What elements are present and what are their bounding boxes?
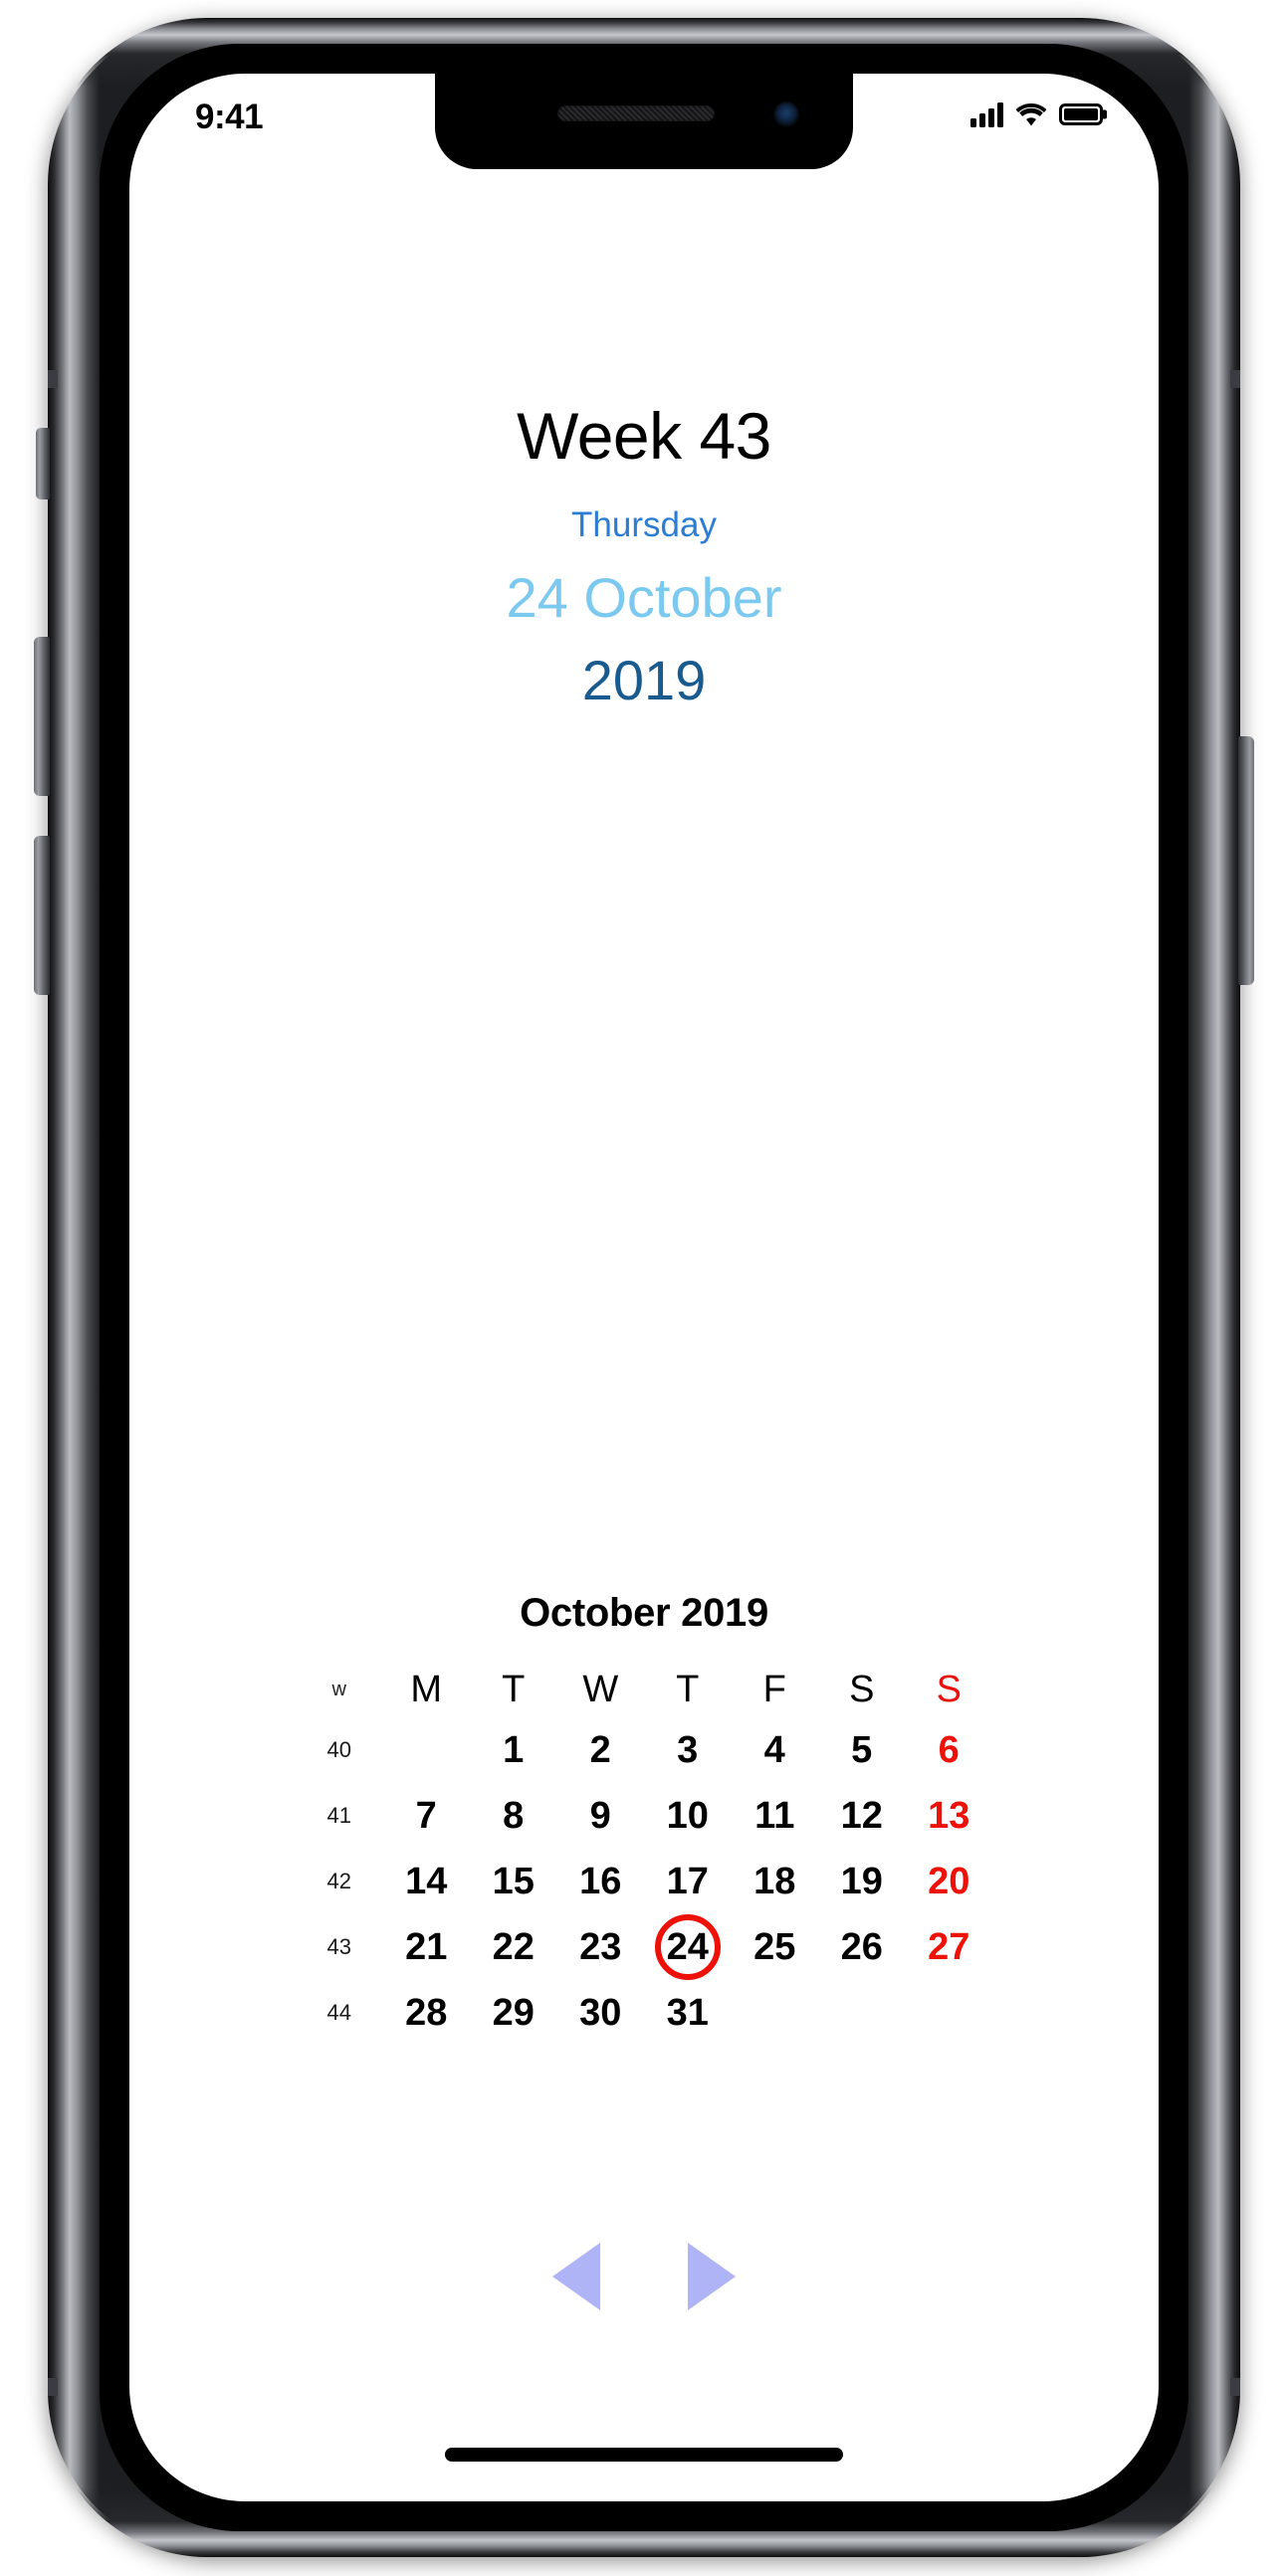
calendar-navigation xyxy=(552,2243,736,2310)
calendar-week-column-header: w xyxy=(331,1678,346,1700)
main-content: Week 43 Thursday 24 October 2019 October… xyxy=(129,74,1159,2501)
front-camera-icon xyxy=(773,101,799,127)
status-bar-indicators xyxy=(970,101,1103,127)
calendar-day-cell[interactable]: 23 xyxy=(557,1914,645,1980)
calendar-week-number: 44 xyxy=(326,2000,351,2025)
calendar-day-cell[interactable]: 19 xyxy=(818,1849,906,1914)
device-notch xyxy=(435,74,853,169)
calendar-day-cell[interactable]: 30 xyxy=(557,1980,645,2046)
calendar-day-header: S xyxy=(936,1668,962,1710)
calendar-day-header: T xyxy=(676,1668,700,1710)
phone-screen: 9:41 Week 43 Thursday 24 October 2019 Oc… xyxy=(129,74,1159,2501)
calendar-week-number: 43 xyxy=(326,1934,351,1959)
calendar-day-cell[interactable]: 28 xyxy=(383,1980,471,2046)
week-number-title: Week 43 xyxy=(517,399,771,473)
date-headline-block: Week 43 Thursday 24 October 2019 xyxy=(129,399,1159,712)
triangle-left-icon[interactable] xyxy=(552,2243,600,2310)
calendar-day-cell[interactable]: 21 xyxy=(383,1914,471,1980)
calendar-day-cell[interactable]: 27 xyxy=(906,1914,993,1980)
antenna-line-left-top xyxy=(48,370,58,388)
calendar-week-number: 40 xyxy=(326,1737,351,1762)
calendar-day-cell[interactable]: 18 xyxy=(732,1849,819,1914)
calendar-day-cell[interactable]: 10 xyxy=(644,1783,732,1849)
home-indicator[interactable] xyxy=(445,2448,843,2462)
calendar-day-cell[interactable]: 4 xyxy=(732,1717,819,1783)
status-bar-time: 9:41 xyxy=(195,98,264,136)
calendar-day-header: W xyxy=(582,1668,619,1710)
calendar-day-header: F xyxy=(762,1668,786,1710)
calendar-day-cell[interactable]: 14 xyxy=(383,1849,471,1914)
calendar-day-cell[interactable]: 3 xyxy=(644,1717,732,1783)
year-label: 2019 xyxy=(581,649,707,712)
calendar-day-cell[interactable]: 2 xyxy=(557,1717,645,1783)
calendar-day-header: M xyxy=(410,1668,443,1710)
calendar-day-cell[interactable]: 11 xyxy=(732,1783,819,1849)
day-month-label: 24 October xyxy=(506,565,782,629)
calendar-day-cell[interactable]: 24 xyxy=(644,1914,732,1980)
calendar-day-cell[interactable]: 15 xyxy=(470,1849,557,1914)
calendar-day-empty xyxy=(906,1980,993,2046)
calendar-day-empty xyxy=(732,1980,819,2046)
calendar-day-cell[interactable]: 22 xyxy=(470,1914,557,1980)
calendar-day-cell[interactable]: 5 xyxy=(818,1717,906,1783)
calendar-month-title: October 2019 xyxy=(520,1591,768,1635)
calendar-grid: w M T W T F S S 40 1 2 3 4 5 6 41 7 8 9 10 11 12 13 42 14 15 16 17 1… xyxy=(296,1662,992,2046)
calendar-day-cell[interactable]: 29 xyxy=(470,1980,557,2046)
calendar-day-cell[interactable]: 9 xyxy=(557,1783,645,1849)
calendar-day-cell[interactable]: 1 xyxy=(470,1717,557,1783)
calendar-week-number: 42 xyxy=(326,1869,351,1893)
calendar-day-cell[interactable]: 17 xyxy=(644,1849,732,1914)
power-button[interactable] xyxy=(1238,736,1254,985)
calendar-day-cell[interactable]: 6 xyxy=(906,1717,993,1783)
speaker-grille-icon xyxy=(557,105,716,121)
calendar-day-cell[interactable]: 31 xyxy=(644,1980,732,2046)
wifi-icon xyxy=(1015,103,1047,126)
calendar-day-cell[interactable]: 26 xyxy=(818,1914,906,1980)
calendar-day-cell[interactable]: 20 xyxy=(906,1849,993,1914)
calendar-week-number: 41 xyxy=(326,1803,351,1828)
calendar-day-header: S xyxy=(849,1668,875,1710)
volume-up-button[interactable] xyxy=(34,637,50,796)
calendar-day-cell[interactable]: 8 xyxy=(470,1783,557,1849)
calendar-day-cell[interactable]: 13 xyxy=(906,1783,993,1849)
cellular-signal-icon xyxy=(970,101,1003,127)
volume-down-button[interactable] xyxy=(34,836,50,995)
calendar-day-empty xyxy=(383,1717,471,1783)
antenna-line-right-top xyxy=(1230,370,1240,388)
calendar-day-header: T xyxy=(502,1668,526,1710)
calendar-day-cell[interactable]: 12 xyxy=(818,1783,906,1849)
weekday-label: Thursday xyxy=(571,505,717,545)
triangle-right-icon[interactable] xyxy=(688,2243,736,2310)
silent-switch-button[interactable] xyxy=(36,428,50,499)
antenna-line-left-bottom xyxy=(48,2378,58,2396)
calendar-day-cell[interactable]: 16 xyxy=(557,1849,645,1914)
calendar-day-cell[interactable]: 7 xyxy=(383,1783,471,1849)
mini-calendar: October 2019 w M T W T F S S 40 1 2 3 4 5 6 41 7 8 9 10 11 12… xyxy=(296,1591,992,2046)
calendar-day-empty xyxy=(818,1980,906,2046)
iphone-device-mockup: 9:41 Week 43 Thursday 24 October 2019 Oc… xyxy=(0,0,1288,2576)
antenna-line-right-bottom xyxy=(1230,2378,1240,2396)
calendar-day-cell[interactable]: 25 xyxy=(732,1914,819,1980)
battery-full-icon xyxy=(1059,103,1103,125)
